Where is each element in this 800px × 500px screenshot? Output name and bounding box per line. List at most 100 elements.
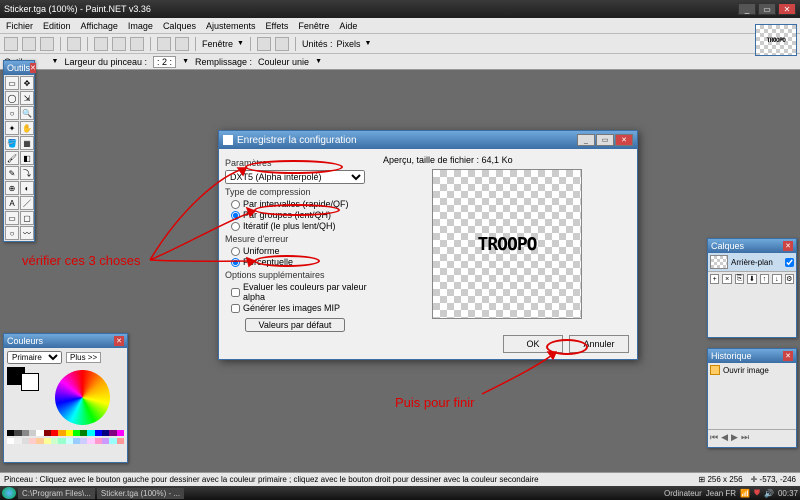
dialog-minimize-button[interactable]: _ [577,134,595,146]
close-button[interactable]: ✕ [778,3,796,15]
menu-layers[interactable]: Calques [163,21,196,31]
err-uniform-radio[interactable]: Uniforme [231,246,375,256]
color-palette-2[interactable] [7,438,124,444]
roundrect-tool[interactable]: ▢ [20,211,34,225]
close-icon[interactable]: ✕ [114,336,124,346]
ok-button[interactable]: OK [503,335,563,353]
secondary-color-swatch[interactable] [21,373,39,391]
taskbar-item[interactable]: C:\Program Files\... [18,488,95,499]
paste-icon[interactable] [130,37,144,51]
history-rewind-button[interactable]: ⏮ [710,432,718,443]
tray-volume-icon[interactable]: 🔊 [764,489,774,498]
dialog-close-button[interactable]: ✕ [615,134,633,146]
print-icon[interactable] [67,37,81,51]
comp-iterative-radio[interactable]: Itératif (le plus lent/QH) [231,221,375,231]
alpha-weight-checkbox[interactable]: Evaluer les couleurs par valeur alpha [231,282,375,302]
picker-tool[interactable]: ⤵ [20,166,34,180]
fill-value[interactable]: Couleur unie [258,57,309,67]
history-fwd-button[interactable]: ▶ [731,432,738,443]
bucket-tool[interactable]: 🪣 [5,136,19,150]
comp-range-radio[interactable]: Par intervalles (rapide/QF) [231,199,375,209]
menu-view[interactable]: Affichage [81,21,118,31]
layer-visible-checkbox[interactable] [785,258,794,267]
menu-image[interactable]: Image [128,21,153,31]
layer-up-button[interactable]: ↑ [760,274,769,284]
new-icon[interactable] [4,37,18,51]
pencil-tool[interactable]: ✎ [5,166,19,180]
freeform-tool[interactable]: 〰 [20,226,34,240]
brush-width-stepper[interactable]: : 2 : [153,56,176,68]
mipmap-checkbox[interactable]: Générer les images MIP [231,303,375,313]
move-tool[interactable]: ✥ [20,76,34,90]
merge-layer-button[interactable]: ⬇ [747,274,756,284]
layer-down-button[interactable]: ↓ [772,274,781,284]
brush-tool[interactable]: 🖌 [5,151,19,165]
add-layer-button[interactable]: + [710,274,719,284]
close-icon[interactable]: ✕ [783,351,793,361]
wand-tool[interactable]: ✦ [5,121,19,135]
maximize-button[interactable]: ▭ [758,3,776,15]
history-back-button[interactable]: ◀ [721,432,728,443]
history-ff-button[interactable]: ⏭ [741,432,749,443]
tray-shield-icon[interactable]: ⛊ [754,488,760,498]
cut-icon[interactable] [94,37,108,51]
delete-layer-button[interactable]: × [722,274,731,284]
gradient-tool[interactable]: ▦ [20,136,34,150]
defaults-button[interactable]: Valeurs par défaut [245,318,345,332]
tray-network-icon[interactable]: 📶 [740,489,750,498]
chevron-down-icon[interactable]: ▼ [365,40,372,47]
redo-icon[interactable] [175,37,189,51]
eraser-tool[interactable]: ◧ [20,151,34,165]
comp-cluster-radio[interactable]: Par groupes (lent/QH) [231,210,375,220]
menu-effects[interactable]: Effets [266,21,289,31]
layer-props-button[interactable]: ⚙ [785,274,794,284]
copy-icon[interactable] [112,37,126,51]
layer-row[interactable]: Arrière-plan [708,253,796,271]
color-mode-select[interactable]: Primaire [7,351,62,364]
menu-adjustments[interactable]: Ajustements [206,21,256,31]
chevron-down-icon[interactable]: ▼ [237,40,244,47]
chevron-down-icon[interactable]: ▼ [52,58,59,65]
close-icon[interactable]: ✕ [783,241,793,251]
lasso-tool[interactable]: ◯ [5,91,19,105]
document-thumbnail[interactable]: TROOPO [755,24,797,56]
open-icon[interactable] [22,37,36,51]
history-item[interactable]: Ouvrir image [708,363,796,377]
line-tool[interactable]: ／ [20,196,34,210]
taskbar-item[interactable]: Sticker.tga (100%) - ... [97,488,184,499]
units-value[interactable]: Pixels [336,39,360,49]
chevron-down-icon[interactable]: ▼ [182,58,189,65]
menu-edit[interactable]: Edition [43,21,71,31]
zoom-tool[interactable]: 🔍 [20,106,34,120]
window-dropdown-label[interactable]: Fenêtre [202,39,233,49]
save-icon[interactable] [40,37,54,51]
err-perceptual-radio[interactable]: Perceptuelle [231,257,375,267]
more-colors-button[interactable]: Plus >> [66,352,101,363]
rect-tool[interactable]: ▭ [5,211,19,225]
menu-window[interactable]: Fenêtre [298,21,329,31]
ellipse-tool[interactable]: ○ [5,226,19,240]
tray-clock[interactable]: 00:37 [778,489,798,498]
close-icon[interactable]: ✕ [30,63,36,73]
menu-help[interactable]: Aide [339,21,357,31]
format-select[interactable]: DXT5 (Alpha interpolé) [225,170,365,184]
menu-file[interactable]: Fichier [6,21,33,31]
clone-tool[interactable]: ⊕ [5,181,19,195]
recolor-tool[interactable]: ◐ [20,181,34,195]
ellipse-select-tool[interactable]: ○ [5,106,19,120]
duplicate-layer-button[interactable]: ⎘ [735,274,744,284]
ruler-icon[interactable] [275,37,289,51]
grid-icon[interactable] [257,37,271,51]
color-palette[interactable] [7,430,124,436]
undo-icon[interactable] [157,37,171,51]
pan-tool[interactable]: ✋ [20,121,34,135]
text-tool[interactable]: A [5,196,19,210]
tray-lang[interactable]: Jean FR [706,489,736,498]
select-rect-tool[interactable]: ▭ [5,76,19,90]
start-button[interactable] [2,487,16,499]
minimize-button[interactable]: _ [738,3,756,15]
move-selection-tool[interactable]: ⇲ [20,91,34,105]
dialog-maximize-button[interactable]: ▭ [596,134,614,146]
chevron-down-icon[interactable]: ▼ [315,58,322,65]
cancel-button[interactable]: Annuler [569,335,629,353]
